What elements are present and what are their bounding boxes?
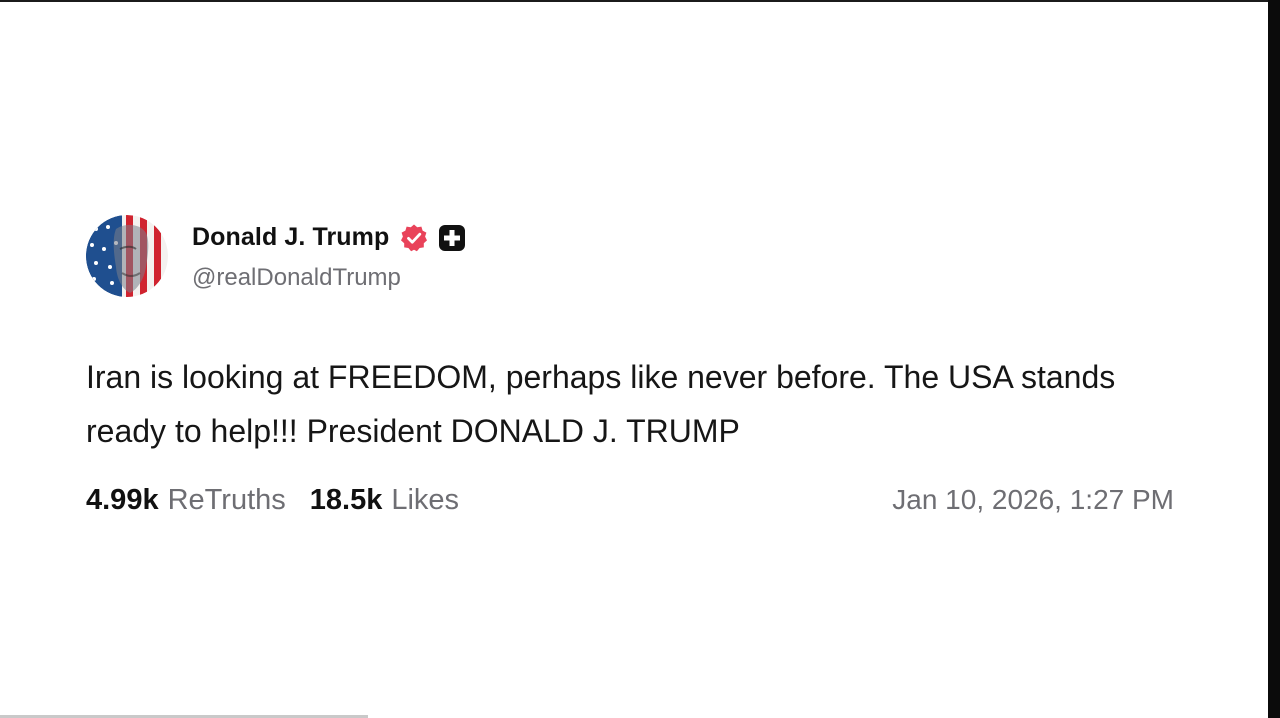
verified-badge-icon: [401, 224, 428, 251]
likes-label[interactable]: Likes: [391, 484, 459, 517]
post-header: Donald J. Trump @realDonaldTrump: [86, 214, 1176, 298]
author-handle[interactable]: @realDonaldTrump: [192, 264, 466, 292]
retruths-label[interactable]: ReTruths: [168, 484, 286, 517]
flag-portrait-avatar-icon: [86, 215, 168, 297]
post-timestamp[interactable]: Jan 10, 2026, 1:27 PM: [892, 484, 1174, 516]
likes-count[interactable]: 18.5k: [310, 484, 383, 517]
author-identity: Donald J. Trump @realDonaldTrump: [192, 221, 466, 292]
retruths-count[interactable]: 4.99k: [86, 484, 159, 517]
plus-badge-icon: [439, 224, 466, 251]
avatar[interactable]: [86, 215, 168, 297]
post-body-text: Iran is looking at FREEDOM, perhaps like…: [86, 359, 1116, 449]
right-edge-bar: [1268, 0, 1280, 718]
name-row: Donald J. Trump: [192, 221, 466, 255]
top-edge: [0, 0, 1280, 2]
truth-post: Donald J. Trump @realDonaldTrump Iran is…: [86, 214, 1176, 517]
post-stats: 4.99k ReTruths 18.5k Likes Jan 10, 2026,…: [86, 484, 1174, 517]
author-display-name[interactable]: Donald J. Trump: [192, 223, 389, 252]
